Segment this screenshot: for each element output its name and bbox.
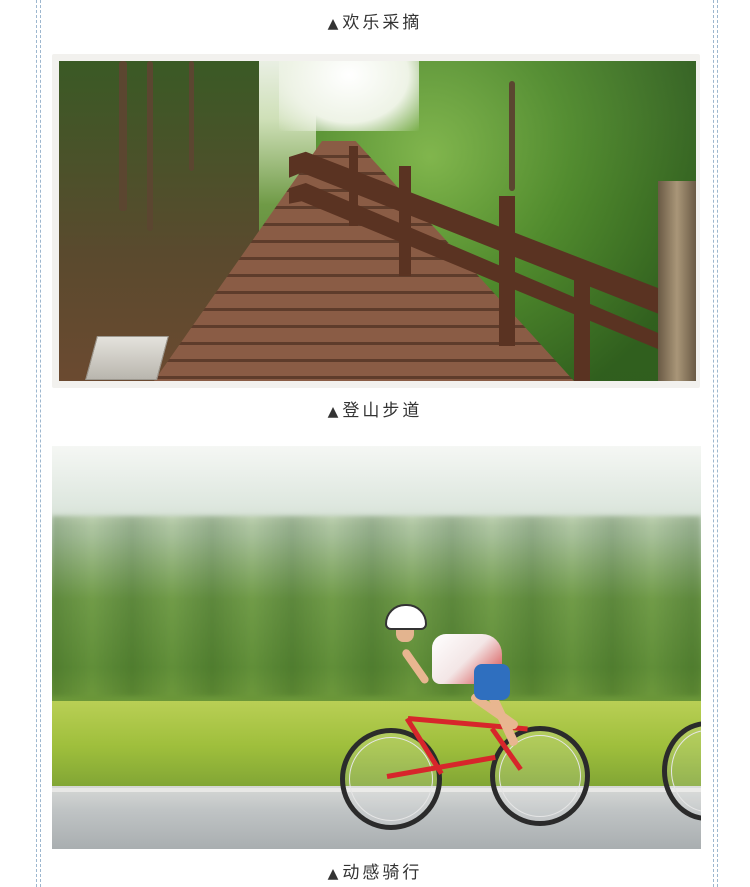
railing-post — [499, 196, 515, 346]
blurred-trees — [52, 516, 701, 696]
frame-border-left-inner — [40, 0, 41, 887]
frame-border-right-outer — [717, 0, 718, 887]
tree-trunk — [189, 61, 194, 171]
tree-trunk — [119, 61, 127, 211]
caption-cycling: ▲ 动感骑行 — [0, 858, 750, 883]
caption-mountain-trail: ▲ 登山步道 — [0, 396, 750, 421]
triangle-marker-icon: ▲ — [327, 404, 339, 420]
railing-post — [574, 271, 590, 381]
tree-trunk — [509, 81, 515, 191]
frame-border-left-outer — [36, 0, 37, 887]
railing-post — [399, 166, 411, 276]
caption-text: 登山步道 — [342, 401, 423, 421]
tree-trunk — [147, 61, 153, 231]
caption-text: 欢乐采摘 — [342, 13, 423, 33]
bike-rear-wheel — [340, 728, 442, 830]
rider-shorts — [474, 664, 510, 700]
mountain-trail-photo — [59, 61, 696, 381]
bike-front-wheel — [490, 726, 590, 826]
caption-text: 动感骑行 — [342, 863, 423, 883]
cycling-photo — [52, 446, 701, 849]
triangle-marker-icon: ▲ — [327, 16, 339, 32]
stone-trough — [85, 336, 169, 380]
caption-fruit-picking: ▲ 欢乐采摘 — [0, 8, 750, 33]
sky-light — [279, 61, 419, 131]
background-haze — [52, 446, 701, 526]
railing-post — [349, 146, 358, 226]
triangle-marker-icon: ▲ — [327, 866, 339, 882]
frame-border-right-inner — [713, 0, 714, 887]
tree-trunk — [658, 181, 696, 381]
